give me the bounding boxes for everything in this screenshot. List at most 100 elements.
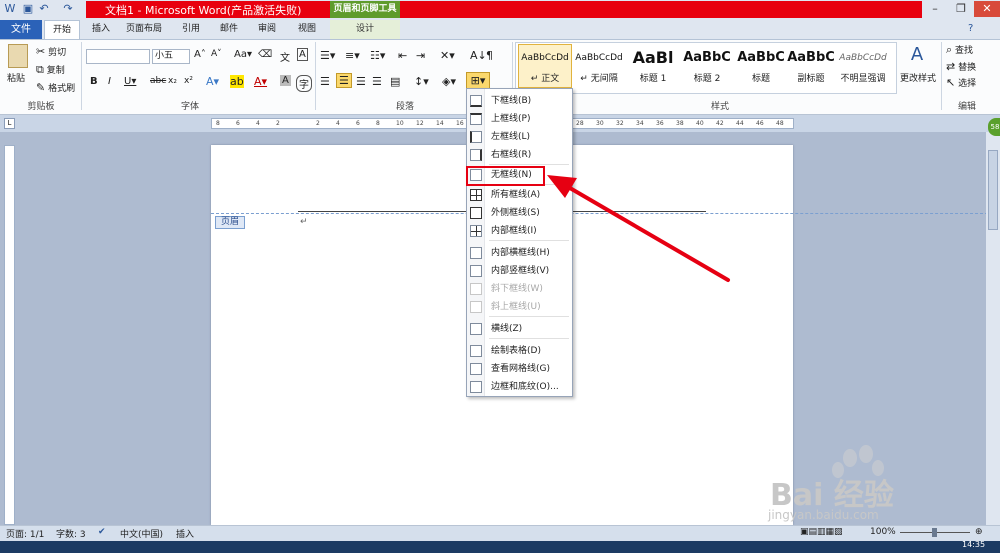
help-icon[interactable]: ?: [968, 23, 973, 34]
tab-view[interactable]: 视图: [292, 20, 322, 39]
style-heading-1[interactable]: AaBl 标题 1: [626, 44, 680, 88]
font-group-label: 字体: [180, 102, 199, 112]
right-border-icon: [470, 149, 482, 161]
style-normal[interactable]: AaBbCcDd ↵ 正文: [518, 44, 572, 88]
phonetic-guide-icon[interactable]: 文: [280, 49, 290, 64]
sort-icon[interactable]: A↓: [470, 49, 487, 62]
style-name: ↵ 无间隔: [580, 74, 618, 84]
menu-item-left-border[interactable]: 左框线(L): [467, 128, 572, 146]
font-name-combo[interactable]: [86, 49, 150, 64]
superscript-icon[interactable]: x²: [184, 76, 193, 86]
find-label: 查找: [955, 46, 974, 56]
style-title[interactable]: AaBbC 标题: [734, 44, 788, 88]
tab-selector-icon[interactable]: L: [4, 118, 15, 129]
save-icon[interactable]: ▣: [21, 2, 35, 16]
line-spacing-icon[interactable]: ↕▾: [414, 75, 429, 88]
style-name: 不明显强调: [840, 74, 886, 84]
enclose-char-icon[interactable]: 字: [296, 75, 312, 92]
change-styles-button[interactable]: 更改样式: [900, 71, 936, 84]
highlight-icon[interactable]: ab: [230, 75, 244, 88]
menu-item-top-border[interactable]: 上框线(P): [467, 110, 572, 128]
copy-button[interactable]: ⧉ 复制: [36, 63, 65, 77]
distributed-icon[interactable]: ▤: [390, 75, 400, 88]
font-size-combo[interactable]: 小五: [152, 49, 190, 64]
borders-button[interactable]: ⊞▾: [466, 72, 490, 89]
style-sample: AaBbC: [737, 50, 785, 65]
menu-item-borders-shading[interactable]: 边框和底纹(O)...: [467, 378, 572, 396]
style-subtle-emphasis[interactable]: AaBbCcDd 不明显强调: [834, 44, 892, 88]
horizontal-line-icon: [470, 323, 482, 335]
justify-icon[interactable]: ☰: [372, 75, 382, 88]
word-icon[interactable]: W: [3, 2, 17, 16]
tab-insert[interactable]: 插入: [86, 20, 116, 39]
grow-font-icon[interactable]: A˄: [194, 49, 206, 60]
tab-references[interactable]: 引用: [176, 20, 206, 39]
replace-icon: ⇄: [946, 60, 956, 73]
paste-button[interactable]: 粘贴: [7, 71, 25, 84]
menu-item-right-border[interactable]: 右框线(R): [467, 146, 572, 164]
status-word-count[interactable]: 字数: 3: [56, 527, 86, 540]
change-case-icon[interactable]: Aa▾: [234, 49, 252, 60]
subscript-icon[interactable]: x₂: [168, 76, 177, 86]
vertical-ruler[interactable]: [4, 145, 15, 525]
ruler-tick-label: 14: [436, 120, 444, 127]
restore-icon[interactable]: ❐: [948, 1, 974, 17]
find-button[interactable]: ⌕ 查找: [946, 43, 974, 57]
proofing-icon[interactable]: ✔: [98, 527, 106, 537]
decrease-indent-icon[interactable]: ⇤: [398, 49, 407, 62]
italic-icon[interactable]: I: [108, 76, 111, 87]
format-painter-button[interactable]: ✎ 格式刷: [36, 81, 75, 95]
menu-item-bottom-border[interactable]: 下框线(B): [467, 92, 572, 110]
select-button[interactable]: ↖ 选择: [946, 76, 976, 90]
scissors-icon: ✂: [36, 45, 46, 58]
status-language[interactable]: 中文(中国): [120, 527, 163, 540]
font-color-icon[interactable]: A▾: [254, 75, 267, 88]
menu-item-horizontal-line[interactable]: 横线(Z): [467, 320, 572, 338]
char-border-icon[interactable]: A: [297, 48, 308, 61]
cut-button[interactable]: ✂ 剪切: [36, 45, 66, 59]
shading-icon[interactable]: ◈▾: [442, 75, 456, 88]
status-insert-mode[interactable]: 插入: [176, 527, 194, 540]
align-right-icon[interactable]: ☰: [356, 75, 366, 88]
tab-layout[interactable]: 页面布局: [118, 20, 170, 39]
shrink-font-icon[interactable]: A˅: [211, 49, 222, 59]
undo-icon[interactable]: ↶: [37, 2, 51, 16]
tab-mailings[interactable]: 邮件: [214, 20, 244, 39]
minimize-icon[interactable]: –: [922, 1, 948, 17]
zoom-level[interactable]: 100%: [870, 527, 896, 537]
replace-button[interactable]: ⇄ 替换: [946, 60, 976, 74]
bullets-icon[interactable]: ☰▾: [320, 49, 335, 62]
increase-indent-icon[interactable]: ⇥: [416, 49, 425, 62]
status-page[interactable]: 页面: 1/1: [6, 527, 44, 540]
style-heading-2[interactable]: AaBbC 标题 2: [680, 44, 734, 88]
multilevel-list-icon[interactable]: ☷▾: [370, 49, 385, 62]
align-center-icon[interactable]: ☰: [336, 73, 352, 88]
zoom-in-icon[interactable]: ⊕: [975, 527, 983, 537]
tab-file[interactable]: 文件: [0, 20, 42, 39]
style-no-spacing[interactable]: AaBbCcDd ↵ 无间隔: [572, 44, 626, 88]
view-buttons-icon[interactable]: ▣▤▥▦▧: [800, 527, 843, 537]
style-subtitle[interactable]: AaBbC 副标题: [784, 44, 838, 88]
scrollbar-thumb[interactable]: [988, 150, 998, 230]
tab-design[interactable]: 设计: [330, 20, 400, 39]
ruler-tick-label: 28: [576, 120, 584, 127]
menu-item-view-gridlines[interactable]: 查看网格线(G): [467, 360, 572, 378]
redo-icon[interactable]: ↷: [61, 2, 75, 16]
zoom-slider-thumb[interactable]: [932, 528, 937, 537]
text-effects-icon[interactable]: A▾: [206, 75, 219, 88]
show-marks-icon[interactable]: ¶: [486, 49, 493, 62]
chinese-layout-icon[interactable]: ✕▾: [440, 49, 455, 62]
strikethrough-icon[interactable]: abc: [150, 76, 166, 86]
numbering-icon[interactable]: ≡▾: [345, 49, 360, 62]
char-shading-icon[interactable]: A: [280, 75, 291, 86]
bold-icon[interactable]: B: [90, 76, 98, 87]
tab-review[interactable]: 审阅: [252, 20, 282, 39]
align-left-icon[interactable]: ☰: [320, 75, 330, 88]
paste-icon[interactable]: [8, 44, 28, 68]
menu-item-draw-table[interactable]: 绘制表格(D): [467, 342, 572, 360]
close-icon[interactable]: ✕: [974, 1, 1000, 17]
clear-format-icon[interactable]: ⌫: [258, 49, 272, 60]
tab-home[interactable]: 开始: [44, 20, 80, 39]
floating-badge-icon[interactable]: 58: [988, 118, 1000, 136]
underline-icon[interactable]: U▾: [124, 76, 136, 87]
